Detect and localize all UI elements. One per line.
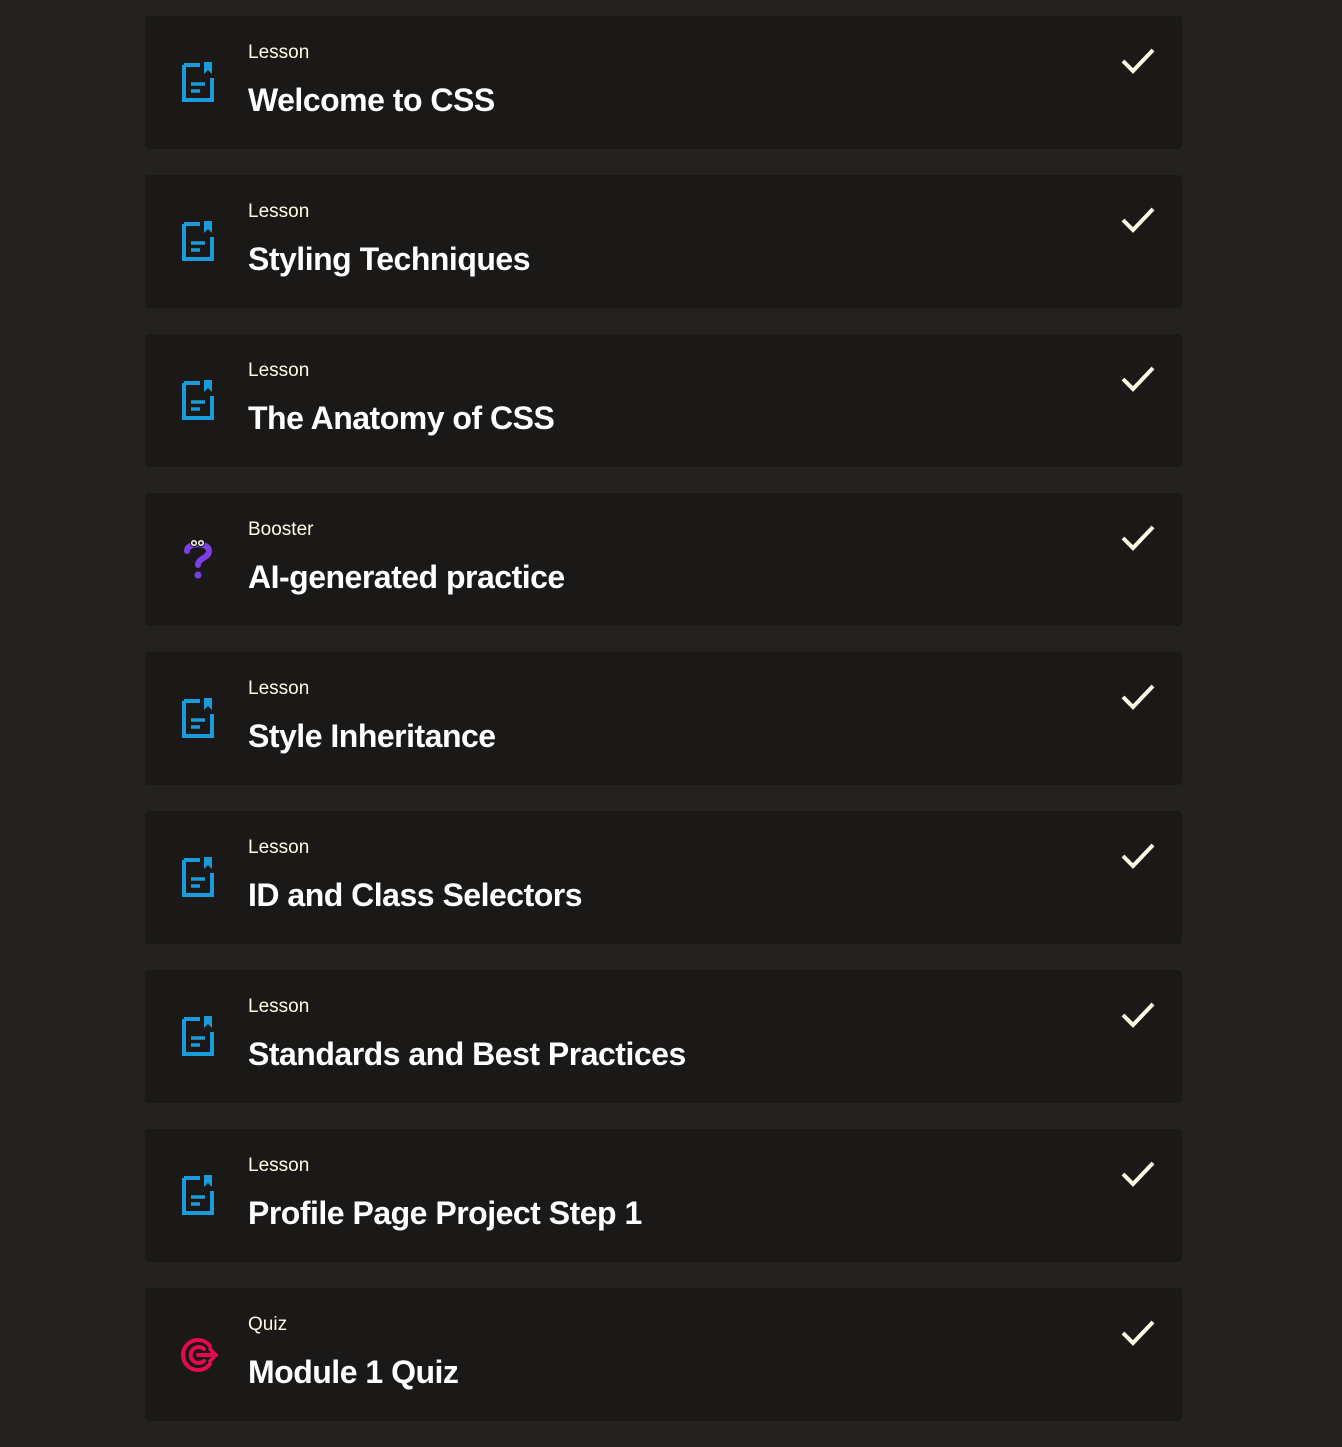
item-title: Standards and Best Practices	[248, 1036, 686, 1072]
item-type-label: Lesson	[248, 42, 310, 63]
item-type-label: Quiz	[248, 1314, 288, 1335]
list-item[interactable]: Lesson ID and Class Selectors	[145, 811, 1182, 944]
checkmark-icon	[1120, 682, 1156, 712]
checkmark-icon	[1120, 523, 1156, 553]
lesson-icon	[178, 696, 218, 740]
list-item[interactable]: Lesson Welcome to CSS	[145, 16, 1182, 149]
lesson-icon	[178, 1173, 218, 1217]
list-item[interactable]: Quiz Module 1 Quiz	[145, 1288, 1182, 1421]
item-title: AI-generated practice	[248, 559, 565, 595]
lesson-icon	[178, 219, 218, 263]
list-item[interactable]: Lesson The Anatomy of CSS	[145, 334, 1182, 467]
list-item[interactable]: Lesson Style Inheritance	[145, 652, 1182, 785]
module-item-list: Lesson Welcome to CSS Lesson Styling Tec…	[145, 16, 1182, 1447]
item-title: Style Inheritance	[248, 718, 496, 754]
item-type-label: Lesson	[248, 678, 310, 699]
checkmark-icon	[1120, 1159, 1156, 1189]
item-title: Profile Page Project Step 1	[248, 1195, 642, 1231]
checkmark-icon	[1120, 46, 1156, 76]
lesson-icon	[178, 378, 218, 422]
list-item[interactable]: Lesson Profile Page Project Step 1	[145, 1129, 1182, 1262]
question-icon	[178, 537, 218, 581]
checkmark-icon	[1120, 1000, 1156, 1030]
checkmark-icon	[1120, 205, 1156, 235]
item-type-label: Lesson	[248, 1155, 310, 1176]
item-title: ID and Class Selectors	[248, 877, 583, 913]
checkmark-icon	[1120, 841, 1156, 871]
checkmark-icon	[1120, 364, 1156, 394]
item-type-label: Lesson	[248, 360, 310, 381]
item-title: Module 1 Quiz	[248, 1354, 459, 1390]
lesson-icon	[178, 855, 218, 899]
item-type-label: Lesson	[248, 996, 310, 1017]
item-title: The Anatomy of CSS	[248, 400, 555, 436]
item-type-label: Booster	[248, 519, 314, 540]
list-item[interactable]: Lesson Styling Techniques	[145, 175, 1182, 308]
target-icon	[178, 1332, 218, 1376]
list-item[interactable]: Booster AI-generated practice	[145, 493, 1182, 626]
checkmark-icon	[1120, 1318, 1156, 1348]
item-type-label: Lesson	[248, 201, 310, 222]
item-title: Welcome to CSS	[248, 82, 495, 118]
list-item[interactable]: Lesson Standards and Best Practices	[145, 970, 1182, 1103]
item-title: Styling Techniques	[248, 241, 531, 277]
item-type-label: Lesson	[248, 837, 310, 858]
lesson-icon	[178, 60, 218, 104]
lesson-icon	[178, 1014, 218, 1058]
